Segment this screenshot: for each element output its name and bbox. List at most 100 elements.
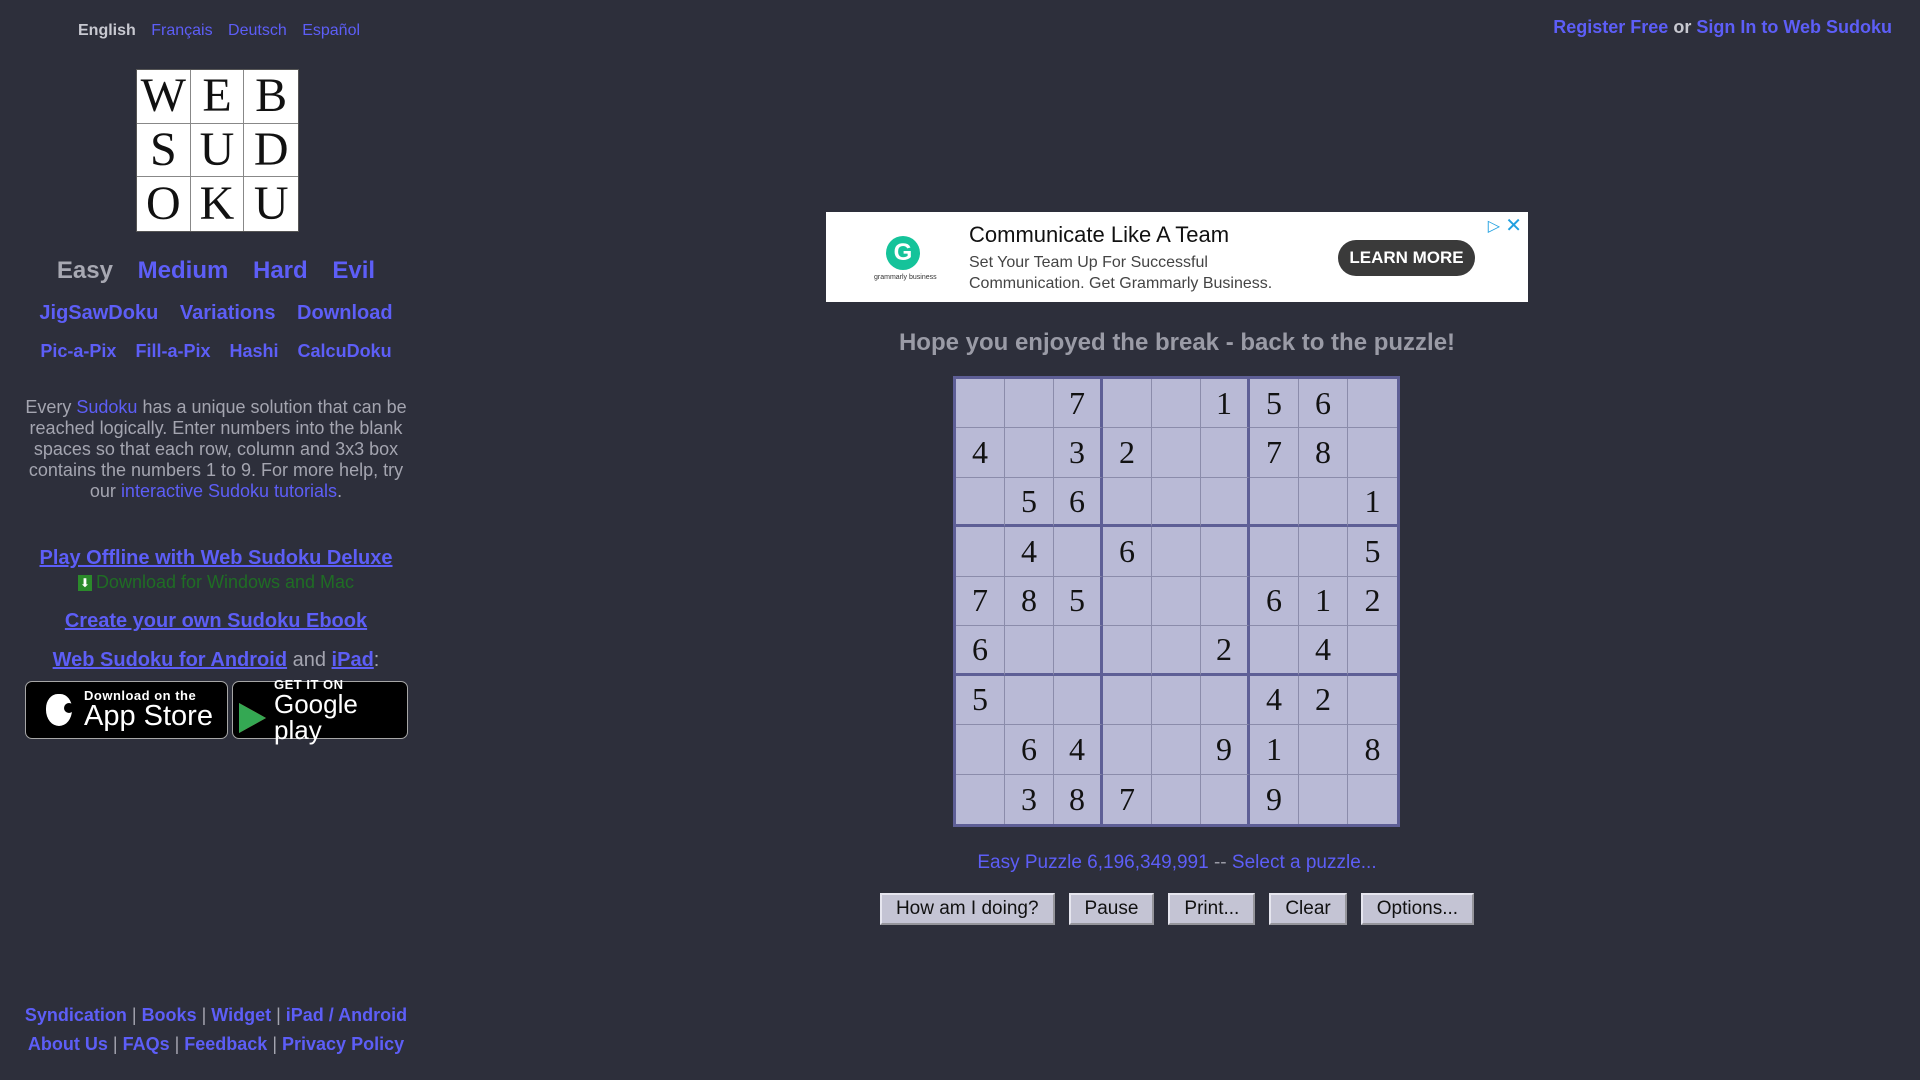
tutorials-link[interactable]: interactive Sudoku tutorials (121, 481, 337, 501)
sudoku-cell[interactable] (1299, 725, 1348, 775)
sudoku-cell[interactable] (1201, 428, 1250, 478)
sudoku-cell[interactable]: 6 (956, 626, 1005, 676)
ad-banner[interactable]: G grammarly business Communicate Like A … (826, 212, 1528, 302)
sudoku-cell[interactable] (1054, 626, 1103, 676)
footer-about-us[interactable]: About Us (28, 1034, 108, 1054)
sudoku-cell[interactable]: 8 (1299, 428, 1348, 478)
sudoku-cell[interactable] (1201, 576, 1250, 627)
sudoku-cell[interactable] (1103, 477, 1152, 528)
sudoku-cell[interactable]: 1 (1250, 725, 1299, 775)
sudoku-cell[interactable]: 2 (1103, 428, 1152, 478)
sudoku-cell[interactable] (1152, 477, 1201, 528)
sudoku-cell[interactable] (1201, 774, 1250, 824)
nav-pic-a-pix[interactable]: Pic-a-Pix (40, 341, 116, 361)
sudoku-cell[interactable]: 2 (1299, 675, 1348, 726)
sudoku-cell[interactable]: 1 (1201, 379, 1250, 429)
how-am-i-doing-button[interactable]: How am I doing? (879, 893, 1055, 925)
sudoku-cell[interactable] (956, 774, 1005, 824)
sudoku-cell[interactable]: 6 (1250, 576, 1299, 627)
sudoku-cell[interactable] (1103, 675, 1152, 726)
sudoku-cell[interactable]: 7 (1250, 428, 1299, 478)
sudoku-cell[interactable] (1152, 675, 1201, 726)
sudoku-cell[interactable] (1005, 675, 1054, 726)
sudoku-cell[interactable]: 4 (1250, 675, 1299, 726)
sudoku-cell[interactable] (956, 725, 1005, 775)
sudoku-cell[interactable] (1299, 774, 1348, 824)
sudoku-cell[interactable]: 8 (1348, 725, 1397, 775)
ipad-link[interactable]: iPad (332, 649, 374, 671)
sudoku-cell[interactable]: 4 (1054, 725, 1103, 775)
sudoku-cell[interactable] (1250, 626, 1299, 676)
sudoku-cell[interactable] (1201, 675, 1250, 726)
footer-faqs[interactable]: FAQs (123, 1034, 170, 1054)
sudoku-cell[interactable] (1054, 527, 1103, 577)
sudoku-cell[interactable]: 7 (1103, 774, 1152, 824)
sudoku-cell[interactable]: 8 (1054, 774, 1103, 824)
sudoku-cell[interactable]: 9 (1250, 774, 1299, 824)
sudoku-cell[interactable]: 1 (1348, 478, 1397, 528)
sudoku-cell[interactable]: 4 (1299, 626, 1348, 676)
sudoku-cell[interactable]: 6 (1299, 379, 1348, 429)
footer-ipad-android[interactable]: iPad / Android (286, 1005, 407, 1025)
sudoku-cell[interactable] (1299, 527, 1348, 577)
nav-calcudoku[interactable]: CalcuDoku (298, 341, 392, 361)
select-puzzle-link[interactable]: Select a puzzle... (1232, 852, 1377, 873)
print-button[interactable]: Print... (1168, 893, 1256, 925)
sudoku-cell[interactable] (1103, 576, 1152, 627)
sudoku-cell[interactable]: 7 (1054, 379, 1103, 429)
ad-close-icon[interactable]: ✕ (1505, 213, 1522, 238)
create-ebook-link[interactable]: Create your own Sudoku Ebook (65, 610, 367, 632)
sudoku-cell[interactable] (1201, 477, 1250, 528)
sudoku-cell[interactable] (1005, 379, 1054, 429)
sign-in-link[interactable]: Sign In to Web Sudoku (1696, 17, 1892, 37)
app-store-badge[interactable]: Download on the App Store (25, 681, 228, 739)
sudoku-cell[interactable] (956, 477, 1005, 528)
sudoku-cell[interactable] (1348, 626, 1397, 676)
sudoku-cell[interactable]: 5 (1250, 379, 1299, 429)
level-evil[interactable]: Evil (332, 257, 375, 284)
sudoku-cell[interactable] (1152, 428, 1201, 478)
sudoku-cell[interactable] (1152, 626, 1201, 676)
adchoices-icon[interactable]: ▷ (1488, 216, 1500, 236)
web-sudoku-logo[interactable]: W E B S U D O K U (136, 69, 299, 232)
footer-feedback[interactable]: Feedback (184, 1034, 267, 1054)
sudoku-cell[interactable] (1250, 527, 1299, 577)
sudoku-cell[interactable] (1103, 379, 1152, 429)
footer-syndication[interactable]: Syndication (25, 1005, 127, 1025)
sudoku-cell[interactable] (1348, 428, 1397, 478)
sudoku-cell[interactable]: 7 (956, 576, 1005, 627)
nav-download[interactable]: Download (297, 302, 393, 324)
language-german[interactable]: Deutsch (228, 22, 287, 39)
sudoku-cell[interactable] (1348, 379, 1397, 429)
sudoku-cell[interactable] (956, 527, 1005, 577)
nav-fill-a-pix[interactable]: Fill-a-Pix (135, 341, 210, 361)
footer-privacy-policy[interactable]: Privacy Policy (282, 1034, 404, 1054)
pause-button[interactable]: Pause (1068, 893, 1155, 925)
sudoku-cell[interactable] (1348, 775, 1397, 824)
sudoku-cell[interactable]: 2 (1348, 577, 1397, 627)
sudoku-cell[interactable]: 5 (956, 675, 1005, 726)
sudoku-cell[interactable] (1103, 725, 1152, 775)
footer-widget[interactable]: Widget (211, 1005, 271, 1025)
sudoku-cell[interactable] (1152, 725, 1201, 775)
sudoku-cell[interactable] (1299, 477, 1348, 528)
sudoku-cell[interactable] (1103, 626, 1152, 676)
sudoku-cell[interactable] (1152, 774, 1201, 824)
ad-headline[interactable]: Communicate Like A Team (969, 222, 1229, 248)
nav-jigsawdoku[interactable]: JigSawDoku (39, 302, 158, 324)
sudoku-cell[interactable]: 5 (1348, 527, 1397, 577)
footer-books[interactable]: Books (142, 1005, 197, 1025)
sudoku-cell[interactable] (956, 379, 1005, 429)
clear-button[interactable]: Clear (1269, 893, 1347, 925)
level-hard[interactable]: Hard (253, 257, 308, 284)
sudoku-cell[interactable]: 6 (1103, 527, 1152, 577)
sudoku-cell[interactable] (1348, 676, 1397, 726)
sudoku-cell[interactable] (1250, 477, 1299, 528)
sudoku-cell[interactable] (1152, 379, 1201, 429)
google-play-badge[interactable]: GET IT ON Google play (232, 678, 408, 743)
sudoku-cell[interactable] (1152, 527, 1201, 577)
sudoku-cell[interactable] (1005, 428, 1054, 478)
register-link[interactable]: Register Free (1553, 17, 1668, 37)
language-spanish[interactable]: Español (302, 22, 360, 39)
sudoku-cell[interactable]: 8 (1005, 576, 1054, 627)
